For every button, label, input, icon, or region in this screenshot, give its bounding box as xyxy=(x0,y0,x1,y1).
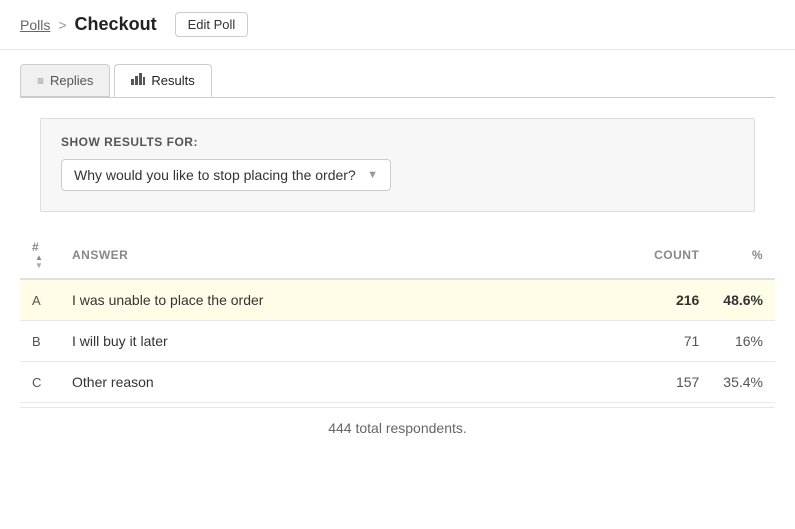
breadcrumb-separator: > xyxy=(58,17,66,33)
tab-results-label: Results xyxy=(151,73,194,88)
tab-replies[interactable]: ≡ Replies xyxy=(20,64,110,97)
row-letter: C xyxy=(20,362,60,403)
show-results-label: SHOW RESULTS FOR: xyxy=(61,135,734,149)
row-answer: Other reason xyxy=(60,362,631,403)
table-header-row: # ▲ ▼ ANSWER COUNT % xyxy=(20,232,775,279)
column-answer: ANSWER xyxy=(60,232,631,279)
question-select-text: Why would you like to stop placing the o… xyxy=(74,167,359,183)
column-count: COUNT xyxy=(631,232,711,279)
row-count: 157 xyxy=(631,362,711,403)
row-pct: 35.4% xyxy=(711,362,775,403)
results-table: # ▲ ▼ ANSWER COUNT % A I was unable to p… xyxy=(20,232,775,403)
results-table-section: # ▲ ▼ ANSWER COUNT % A I was unable to p… xyxy=(20,232,775,448)
row-letter: A xyxy=(20,279,60,321)
page-header: Polls > Checkout Edit Poll xyxy=(0,0,795,50)
replies-icon: ≡ xyxy=(37,74,44,88)
tab-replies-label: Replies xyxy=(50,73,93,88)
row-count: 71 xyxy=(631,321,711,362)
row-letter: B xyxy=(20,321,60,362)
total-respondents: 444 total respondents. xyxy=(20,407,775,448)
table-row: C Other reason 157 35.4% xyxy=(20,362,775,403)
row-answer: I will buy it later xyxy=(60,321,631,362)
results-icon xyxy=(131,73,145,88)
row-pct: 16% xyxy=(711,321,775,362)
edit-poll-button[interactable]: Edit Poll xyxy=(175,12,249,37)
show-results-section: SHOW RESULTS FOR: Why would you like to … xyxy=(40,118,755,212)
column-number[interactable]: # ▲ ▼ xyxy=(20,232,60,279)
row-count: 216 xyxy=(631,279,711,321)
sort-icon: ▲ ▼ xyxy=(35,254,43,270)
question-dropdown[interactable]: Why would you like to stop placing the o… xyxy=(61,159,391,191)
column-pct: % xyxy=(711,232,775,279)
breadcrumb-current-page: Checkout xyxy=(75,14,157,35)
table-row: A I was unable to place the order 216 48… xyxy=(20,279,775,321)
row-answer: I was unable to place the order xyxy=(60,279,631,321)
table-row: B I will buy it later 71 16% xyxy=(20,321,775,362)
chevron-down-icon: ▼ xyxy=(367,169,378,181)
breadcrumb-polls-link[interactable]: Polls xyxy=(20,17,50,33)
row-pct: 48.6% xyxy=(711,279,775,321)
tab-bar: ≡ Replies Results xyxy=(0,50,795,97)
tab-results[interactable]: Results xyxy=(114,64,211,97)
